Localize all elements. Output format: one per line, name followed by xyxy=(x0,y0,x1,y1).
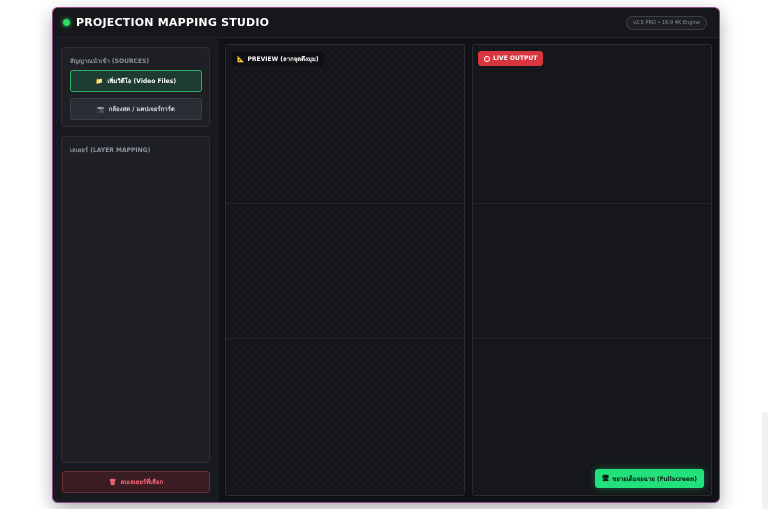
ruler-icon: 📐 xyxy=(237,55,245,63)
grid-line xyxy=(473,203,711,204)
camera-icon: 📷 xyxy=(97,105,105,113)
layers-label: เลเยอร์ (LAYER MAPPING) xyxy=(70,147,151,154)
preview-tag: 📐 PREVIEW (ลากจุดดึงมุม) xyxy=(232,52,324,66)
app-title: PROJECTION MAPPING STUDIO xyxy=(76,16,270,29)
screen-icon: 🖥 xyxy=(601,475,610,482)
record-icon xyxy=(484,55,490,62)
add-video-label: เพิ่มวิดีโอ (Video Files) xyxy=(107,78,177,85)
grid-line xyxy=(226,203,464,204)
preview-label: PREVIEW (ลากจุดดึงมุม) xyxy=(247,56,319,63)
preview-canvas[interactable]: 📐 PREVIEW (ลากจุดดึงมุม) xyxy=(225,44,465,496)
live-camera-label: กล้องสด / แคปเจอร์การ์ด xyxy=(108,106,175,113)
trash-icon: 🗑 xyxy=(108,478,117,486)
folder-icon: 📁 xyxy=(95,77,104,85)
version-badge: v2.5 PRO • 16:9 4K Engine xyxy=(625,16,707,30)
live-output-canvas: LIVE OUTPUT 🖥 ขยายเต็มจอฉาย (Fullscreen) xyxy=(472,44,712,496)
delete-layer-label: ลบเลเยอร์ที่เลือก xyxy=(120,479,164,486)
live-camera-button[interactable]: 📷 กล้องสด / แคปเจอร์การ์ด xyxy=(70,98,202,120)
grid-line xyxy=(226,338,464,339)
sources-panel: สัญญาณนำเข้า (SOURCES) 📁 เพิ่มวิดีโอ (Vi… xyxy=(61,47,210,127)
live-output-badge: LIVE OUTPUT xyxy=(478,51,544,66)
sources-label: สัญญาณนำเข้า (SOURCES) xyxy=(70,58,150,65)
sidebar: สัญญาณนำเข้า (SOURCES) 📁 เพิ่มวิดีโอ (Vi… xyxy=(53,39,219,502)
main-area: 📐 PREVIEW (ลากจุดดึงมุม) LIVE OUTPUT 🖥 ข… xyxy=(219,39,719,502)
fullscreen-label: ขยายเต็มจอฉาย (Fullscreen) xyxy=(612,475,697,483)
fullscreen-button[interactable]: 🖥 ขยายเต็มจอฉาย (Fullscreen) xyxy=(594,469,704,488)
grid-line xyxy=(473,338,711,339)
layers-panel: เลเยอร์ (LAYER MAPPING) xyxy=(61,136,210,463)
background-edge xyxy=(762,412,768,509)
status-dot-icon xyxy=(63,19,70,26)
live-output-label: LIVE OUTPUT xyxy=(493,55,538,62)
delete-layer-button[interactable]: 🗑 ลบเลเยอร์ที่เลือก xyxy=(62,471,210,493)
app-window: PROJECTION MAPPING STUDIO v2.5 PRO • 16:… xyxy=(53,8,719,502)
add-video-button[interactable]: 📁 เพิ่มวิดีโอ (Video Files) xyxy=(70,70,202,92)
title-bar: PROJECTION MAPPING STUDIO v2.5 PRO • 16:… xyxy=(53,8,719,38)
